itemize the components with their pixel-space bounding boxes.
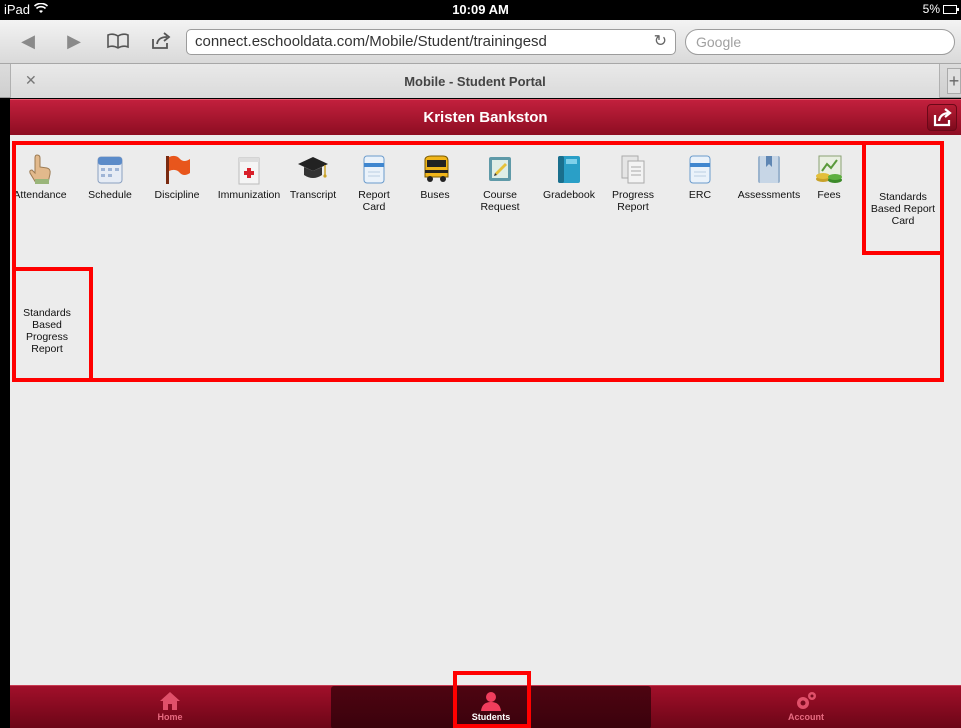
tile-progress-report[interactable]: Progress Report [605, 153, 661, 213]
hand-pointer-icon [29, 154, 51, 184]
tile-report-card[interactable]: Report Card [349, 153, 399, 213]
content-area: Attendance Schedule Discipline Immunizat… [10, 135, 961, 685]
tile-buses[interactable]: Buses [410, 153, 460, 201]
search-field[interactable]: Google [685, 29, 955, 55]
bottom-nav: Home Students Account [10, 685, 961, 728]
tab-title: Mobile - Student Portal [404, 74, 546, 89]
tab-bar: ✕ Mobile - Student Portal + [0, 64, 961, 98]
nav-account[interactable]: Account [651, 686, 961, 728]
tile-attendance[interactable]: Attendance [12, 153, 68, 201]
browser-toolbar: ◀ ▶ connect.eschooldata.com/Mobile/Stude… [0, 20, 961, 64]
document-icon [363, 155, 385, 184]
back-arrow-icon[interactable]: ◀ [18, 28, 38, 54]
clock: 10:09 AM [452, 2, 509, 17]
battery-percent: 5% [922, 2, 940, 16]
address-text: connect.eschooldata.com/Mobile/Student/t… [195, 33, 547, 50]
person-icon [481, 692, 501, 711]
new-tab-icon[interactable]: + [947, 68, 961, 94]
nav-home[interactable]: Home [10, 686, 330, 728]
money-icon [816, 155, 842, 183]
bookmarks-icon[interactable] [105, 28, 131, 54]
share-icon[interactable] [148, 28, 174, 54]
tile-course-request[interactable]: Course Request [472, 153, 528, 213]
book-icon [558, 156, 580, 183]
tile-standards-based-report-card[interactable]: Standards Based Report Card [866, 191, 940, 227]
document-icon [689, 155, 711, 184]
graduation-cap-icon [298, 157, 328, 178]
medical-kit-icon [238, 157, 260, 185]
tile-erc[interactable]: ERC [680, 153, 720, 201]
tile-immunization[interactable]: Immunization [213, 153, 285, 201]
nav-students[interactable]: Students [331, 686, 651, 728]
gears-icon [797, 692, 816, 709]
home-icon [160, 692, 180, 710]
left-bezel [0, 98, 10, 728]
export-icon[interactable] [927, 104, 957, 131]
status-bar: iPad 10:09 AM 5% [0, 0, 961, 20]
reload-icon[interactable]: ↻ [654, 30, 667, 54]
student-name: Kristen Bankston [423, 109, 548, 126]
battery-icon [943, 4, 959, 14]
calendar-icon [97, 156, 123, 184]
tile-gradebook[interactable]: Gradebook [540, 153, 598, 201]
flag-icon [166, 155, 190, 184]
report-icon [621, 155, 645, 184]
tile-discipline[interactable]: Discipline [148, 153, 206, 201]
tile-standards-based-progress-report[interactable]: Standards Based Progress Report [12, 307, 82, 355]
address-bar[interactable]: connect.eschooldata.com/Mobile/Student/t… [186, 29, 676, 55]
forward-arrow-icon[interactable]: ▶ [64, 28, 84, 54]
bus-icon [424, 155, 449, 182]
tile-transcript[interactable]: Transcript [280, 153, 346, 201]
tile-assessments[interactable]: Assessments [736, 153, 802, 201]
app-header: Kristen Bankston [10, 99, 961, 135]
tab-student-portal[interactable]: ✕ Mobile - Student Portal [10, 64, 940, 98]
request-icon [489, 157, 511, 181]
tile-fees[interactable]: Fees [806, 153, 852, 201]
tile-schedule[interactable]: Schedule [80, 153, 140, 201]
bookmark-icon [758, 156, 780, 183]
